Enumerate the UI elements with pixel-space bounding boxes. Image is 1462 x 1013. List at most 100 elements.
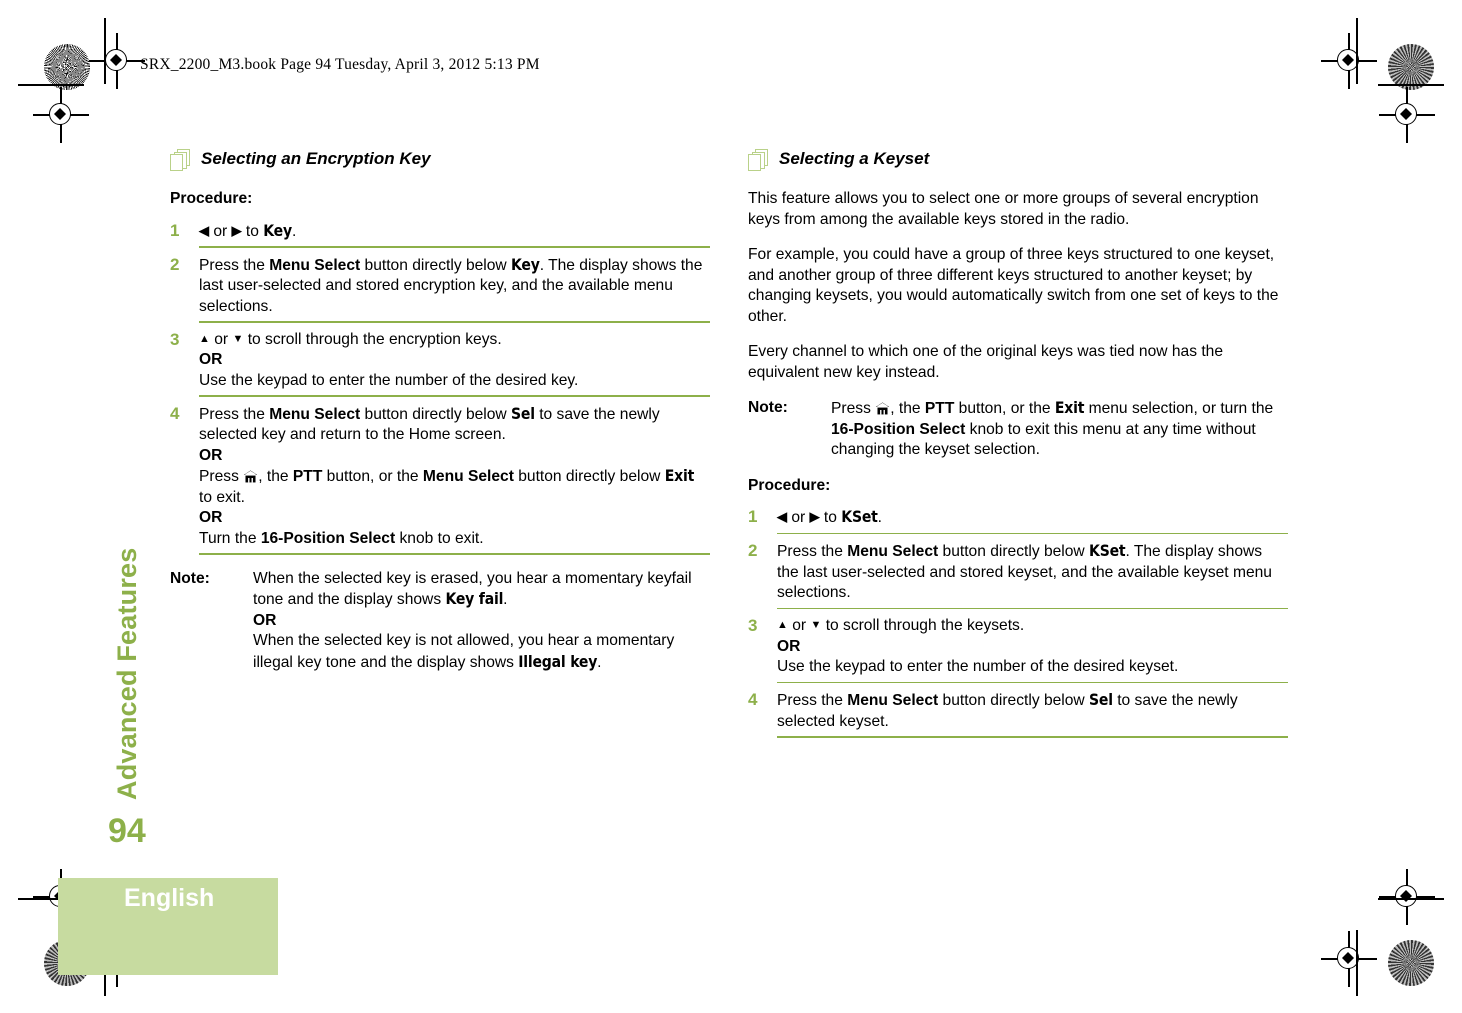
left-note-t3: When the selected key is not allowed, yo…: [253, 632, 675, 671]
left-section-heading: Selecting an Encryption Key: [170, 148, 710, 173]
left-step-1-target: Key: [263, 221, 292, 240]
right-step-2-number: 2: [748, 541, 758, 561]
left-step-1-to: to: [245, 222, 259, 240]
left-step-4-or-label-1: OR: [199, 446, 223, 464]
home-icon: [875, 401, 890, 415]
arrow-right-icon: ▶: [809, 509, 820, 524]
crop-line-top-left: [18, 84, 84, 86]
right-step-1: 1 ◀ or ▶ to KSet.: [748, 507, 1288, 529]
left-step-1-or: or: [213, 222, 228, 240]
right-column: Selecting a Keyset This feature allows y…: [748, 148, 1288, 745]
right-step-4-menu-select: Menu Select: [847, 692, 939, 710]
home-icon: [243, 469, 258, 483]
left-step-1-period: .: [291, 222, 297, 240]
right-note: Note: Press , the PTT button, or the Exit…: [748, 398, 1288, 461]
left-step-3-t1: to scroll through the encryption keys.: [247, 330, 502, 348]
left-step-1-number: 1: [170, 220, 180, 240]
book-slug-line: SRX_2200_M3.book Page 94 Tuesday, April …: [140, 56, 540, 73]
left-step-4-knob: 16-Position Select: [260, 529, 396, 547]
right-step-2-menu-select: Menu Select: [847, 543, 939, 561]
right-section-title: Selecting a Keyset: [779, 149, 930, 168]
left-step-4-t1: Press the: [199, 405, 270, 423]
right-rule-4: [777, 736, 1288, 738]
arrow-right-icon: ▶: [231, 222, 242, 238]
left-step-4-or-label-2: OR: [199, 509, 223, 527]
right-note-knob: 16-Position Select: [831, 420, 966, 438]
left-step-2: 2 Press the Menu Select button directly b…: [170, 255, 710, 318]
left-step-3: 3 ▲ or ▼ to scroll through the encryptio…: [170, 330, 710, 392]
page-number: 94: [108, 812, 146, 850]
right-step-3-or-label: OR: [777, 637, 801, 655]
right-step-1-to: to: [823, 509, 837, 526]
right-note-exit: Exit: [1054, 399, 1085, 417]
registration-mark-top-right: [1321, 33, 1377, 89]
right-note-ptt: PTT: [924, 400, 955, 417]
right-rule-2: [777, 607, 1288, 610]
right-intro-paragraph-1: This feature allows you to select one or…: [748, 190, 1259, 228]
left-step-4-t6: button, or the: [322, 468, 423, 486]
left-step-3-t2: Use the keypad to enter the number of th…: [199, 371, 579, 389]
registration-mark-bottom-right: [1321, 931, 1377, 987]
left-note-t2: .: [503, 591, 508, 609]
left-step-1: 1 ◀ or ▶ to Key.: [170, 221, 710, 243]
left-step-4-sel: Sel: [511, 404, 535, 423]
right-rule-3: [777, 681, 1288, 684]
right-step-4-number: 4: [748, 690, 758, 710]
left-step-4-t7: button directly below: [513, 468, 665, 486]
left-step-4-exit: Exit: [664, 467, 695, 486]
left-step-2-t1: Press the: [199, 256, 270, 274]
left-step-3-or: or: [214, 330, 229, 348]
left-column: Selecting an Encryption Key Procedure: 1…: [170, 148, 710, 688]
registration-mark-right-lower: [1379, 869, 1435, 925]
arrow-up-icon: ▲: [777, 619, 788, 632]
left-note-display-2: Illegal key: [518, 652, 598, 671]
left-note: Note: When the selected key is erased, yo…: [170, 569, 710, 674]
arrow-down-icon: ▼: [810, 619, 822, 632]
right-procedure-label: Procedure:: [748, 476, 831, 494]
registration-rosette-bottom-right: [1388, 940, 1434, 986]
left-note-display-1: Key fail: [445, 590, 504, 609]
registration-mark-left-upper: [33, 87, 89, 143]
left-note-t4: .: [597, 653, 602, 671]
left-step-2-menu-select: Menu Select: [269, 256, 361, 274]
right-step-3-t1: to scroll through the keysets.: [825, 617, 1025, 635]
right-step-4-t1: Press the: [777, 692, 848, 710]
stacked-pages-icon: [170, 149, 192, 173]
left-step-2-number: 2: [170, 254, 180, 274]
left-rule-4: [199, 553, 710, 555]
left-rule-1: [199, 246, 710, 248]
left-step-4: 4 Press the Menu Select button directly b…: [170, 404, 710, 550]
right-step-1-number: 1: [748, 507, 758, 526]
crop-line-bottom-right-v: [1356, 930, 1358, 996]
left-step-3-or-label: OR: [199, 351, 223, 369]
language-label: English: [124, 884, 215, 912]
left-step-3-number: 3: [170, 329, 180, 349]
right-intro-paragraph-2: For example, you could have a group of t…: [748, 246, 1279, 325]
right-rule-1: [777, 532, 1288, 535]
right-step-1-target: KSet: [841, 508, 878, 526]
left-step-4-t4: Press: [199, 468, 244, 486]
left-step-4-ptt: PTT: [292, 468, 323, 486]
crop-line-top-right: [1378, 84, 1444, 86]
right-step-2-t1: Press the: [777, 543, 848, 561]
right-section-heading: Selecting a Keyset: [748, 148, 1288, 173]
right-note-label: Note:: [748, 399, 788, 416]
right-note-t3: button, or the: [954, 400, 1055, 417]
right-step-3-t2: Use the keypad to enter the number of th…: [777, 658, 1179, 676]
arrow-down-icon: ▼: [232, 332, 244, 345]
left-step-2-target: Key: [511, 255, 540, 274]
left-step-4-t5: , the: [258, 468, 293, 486]
left-step-4-t2: button directly below: [360, 405, 512, 423]
left-step-2-t2: button directly below: [360, 256, 512, 274]
stacked-pages-icon: [748, 149, 770, 173]
left-note-label: Note:: [170, 569, 210, 587]
left-step-4-menu-select: Menu Select: [269, 405, 361, 423]
right-step-4: 4 Press the Menu Select button directly b…: [748, 690, 1288, 732]
registration-mark-right-upper: [1379, 87, 1435, 143]
left-rule-2: [199, 321, 710, 323]
chapter-tab-label: Advanced Features: [112, 547, 142, 801]
right-step-2-t2: button directly below: [938, 543, 1090, 561]
right-step-4-t2: button directly below: [938, 692, 1090, 710]
right-note-t2: , the: [890, 400, 925, 417]
crop-line-bottom-right: [1378, 898, 1444, 900]
